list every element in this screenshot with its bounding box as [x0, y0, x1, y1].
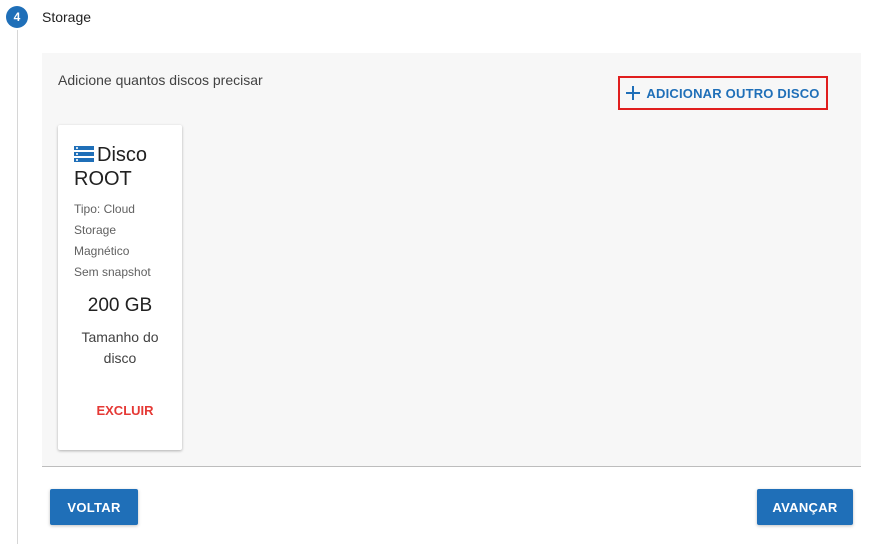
- back-button[interactable]: VOLTAR: [50, 489, 138, 525]
- disk-size: 200 GB: [87, 295, 153, 316]
- disk-title: Disco ROOT: [74, 143, 174, 191]
- step-title: Storage: [42, 9, 92, 25]
- instructions-text: Adicione quantos discos precisar: [58, 72, 263, 88]
- storage-list-icon: [74, 146, 94, 162]
- disk-card: Disco ROOT Tipo: Cloud Storage Magnético…: [58, 125, 182, 450]
- plus-icon: [626, 86, 641, 100]
- add-disk-button[interactable]: ADICIONAR OUTRO DISCO: [618, 76, 828, 110]
- disk-meta-line: Storage: [74, 223, 117, 237]
- disk-meta-line: Sem snapshot: [74, 265, 151, 279]
- disk-meta-line: Magnético: [74, 244, 130, 258]
- step-number-badge: 4: [6, 6, 28, 28]
- add-disk-button-label: ADICIONAR OUTRO DISCO: [646, 85, 820, 101]
- storage-panel: Adicione quantos discos precisar ADICION…: [42, 53, 861, 467]
- next-button[interactable]: AVANÇAR: [757, 489, 853, 525]
- disk-size-label: Tamanho do disco: [81, 329, 159, 366]
- stepper-line: [17, 30, 18, 544]
- delete-disk-button[interactable]: EXCLUIR: [58, 403, 192, 418]
- disk-meta-line: Tipo: Cloud: [74, 202, 135, 216]
- disk-meta: Tipo: Cloud Storage Magnético Sem snapsh…: [74, 199, 174, 283]
